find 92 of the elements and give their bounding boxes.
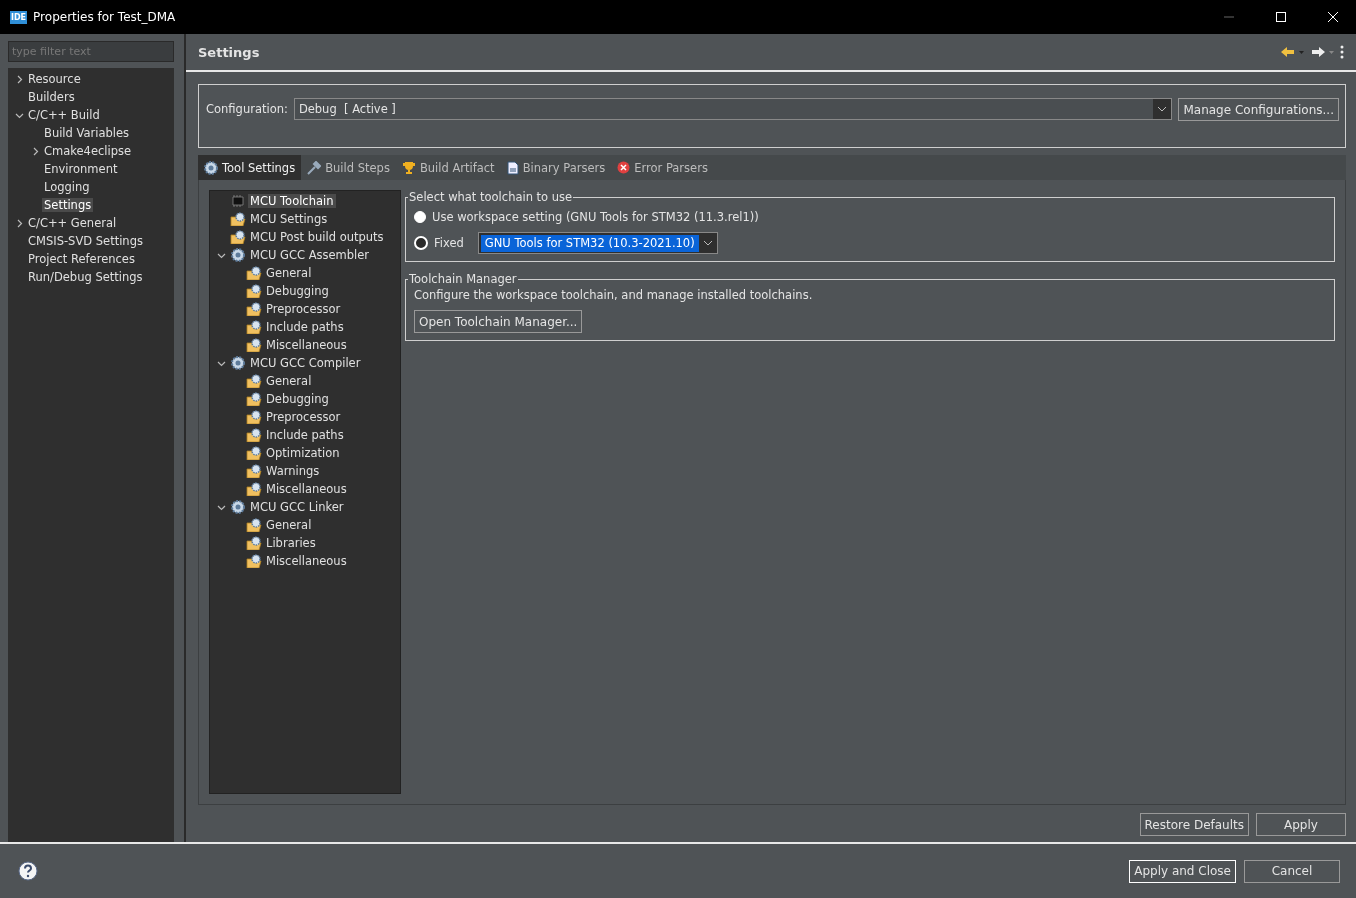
folder-gear-icon: [230, 212, 246, 226]
tree-item[interactable]: Miscellaneous: [264, 338, 349, 352]
dialog-button[interactable]: Apply and Close: [1129, 859, 1236, 883]
page-button[interactable]: Apply: [1256, 813, 1346, 836]
tree-item[interactable]: C/C++ Build: [26, 108, 102, 122]
description-text: Configure the workspace toolchain, and manage installed toolchains.: [414, 288, 814, 302]
folder-gear-icon: [246, 518, 262, 532]
folder-gear-icon: [246, 536, 262, 550]
back-button[interactable]: [1280, 46, 1304, 58]
folder-gear-icon: [246, 392, 262, 406]
gear-icon: [231, 356, 245, 370]
tree-item[interactable]: Run/Debug Settings: [26, 270, 145, 284]
tree-item[interactable]: Environment: [42, 162, 120, 176]
filter-field[interactable]: type filter text: [8, 41, 174, 62]
radio-label: Fixed: [434, 235, 464, 252]
tree-item[interactable]: Miscellaneous: [264, 554, 349, 568]
radio-button[interactable]: [414, 211, 426, 223]
page-button[interactable]: Restore Defaults: [1139, 813, 1249, 836]
tree-item[interactable]: Debugging: [264, 392, 331, 406]
radio-label: Use workspace setting (GNU Tools for STM32 (11.3.rel1)): [432, 209, 759, 226]
tree-item[interactable]: Include paths: [264, 320, 346, 334]
folder-gear-icon: [230, 230, 246, 244]
tree-item[interactable]: Logging: [42, 180, 92, 194]
chevron-down-icon: [1157, 106, 1168, 112]
folder-gear-icon: [246, 482, 262, 496]
folder-gear-icon: [246, 554, 262, 568]
tree-item[interactable]: Build Variables: [42, 126, 132, 140]
tree-item[interactable]: Optimization: [264, 446, 342, 460]
forward-button[interactable]: [1310, 46, 1334, 58]
manage-configurations-button[interactable]: Manage Configurations...: [1178, 98, 1339, 121]
document-icon: [506, 160, 519, 175]
tree-item[interactable]: Libraries: [264, 536, 318, 550]
tree-item[interactable]: MCU GCC Assembler: [248, 248, 372, 262]
tree-item[interactable]: Resource: [26, 72, 83, 86]
tree-item[interactable]: Preprocessor: [264, 302, 343, 316]
tree-item[interactable]: Warnings: [264, 464, 322, 478]
tree-item[interactable]: Include paths: [264, 428, 346, 442]
group-title: Select what toolchain to use: [408, 190, 574, 204]
folder-gear-icon: [246, 266, 262, 280]
configuration-dropdown[interactable]: Debug [ Active ]: [293, 98, 1173, 120]
tab[interactable]: Error Parsers: [611, 155, 714, 180]
help-icon[interactable]: [18, 861, 38, 881]
gear-icon: [231, 248, 245, 262]
radio-button[interactable]: [414, 236, 428, 250]
app-logo: IDE: [10, 10, 28, 24]
page-title: Settings: [198, 44, 261, 60]
tree-item[interactable]: Project References: [26, 252, 137, 266]
tree-item[interactable]: Cmake4eclipse: [42, 144, 134, 158]
tree-item[interactable]: MCU Toolchain: [248, 194, 336, 208]
trophy-icon: [401, 160, 416, 175]
chip-icon: [230, 195, 246, 207]
configuration-label: Configuration:: [206, 101, 288, 118]
folder-gear-icon: [246, 464, 262, 478]
folder-gear-icon: [246, 410, 262, 424]
tab[interactable]: Build Artifact: [395, 155, 501, 180]
close-icon[interactable]: [1328, 12, 1338, 22]
tab[interactable]: Binary Parsers: [500, 155, 612, 180]
toolchain-dropdown[interactable]: GNU Tools for STM32 (10.3-2021.10): [477, 232, 718, 254]
window-title: Properties for Test_DMA: [33, 10, 177, 24]
tree-item[interactable]: General: [264, 518, 314, 532]
open-toolchain-manager-button[interactable]: Open Toolchain Manager...: [414, 310, 583, 333]
gear-icon: [231, 500, 245, 514]
chevron-down-icon: [702, 240, 713, 246]
hammer-icon: [307, 160, 322, 175]
tree-item[interactable]: MCU GCC Compiler: [248, 356, 363, 370]
folder-gear-icon: [246, 428, 262, 442]
folder-gear-icon: [246, 446, 262, 460]
tree-item[interactable]: Settings: [42, 198, 94, 212]
group-title: Toolchain Manager: [408, 272, 518, 286]
gear-icon: [204, 160, 218, 175]
tree-item[interactable]: C/C++ General: [26, 216, 119, 230]
more-options-icon[interactable]: [1340, 45, 1344, 59]
tab[interactable]: Tool Settings: [198, 155, 302, 180]
maximize-icon[interactable]: [1276, 12, 1286, 22]
tree-item[interactable]: Debugging: [264, 284, 331, 298]
folder-gear-icon: [246, 320, 262, 334]
tree-item[interactable]: CMSIS-SVD Settings: [26, 234, 145, 248]
dialog-button[interactable]: Cancel: [1244, 859, 1340, 883]
tree-item[interactable]: Miscellaneous: [264, 482, 349, 496]
error-icon: [617, 161, 631, 174]
folder-gear-icon: [246, 302, 262, 316]
tree-item[interactable]: General: [264, 374, 314, 388]
tree-item[interactable]: MCU Post build outputs: [248, 230, 386, 244]
folder-gear-icon: [246, 374, 262, 388]
tab[interactable]: Build Steps: [301, 155, 396, 180]
tree-item[interactable]: General: [264, 266, 314, 280]
folder-gear-icon: [246, 338, 262, 352]
tree-item[interactable]: Preprocessor: [264, 410, 343, 424]
tree-item[interactable]: MCU Settings: [248, 212, 330, 226]
tree-item[interactable]: Builders: [26, 90, 77, 104]
tree-item[interactable]: MCU GCC Linker: [248, 500, 346, 514]
folder-gear-icon: [246, 284, 262, 298]
